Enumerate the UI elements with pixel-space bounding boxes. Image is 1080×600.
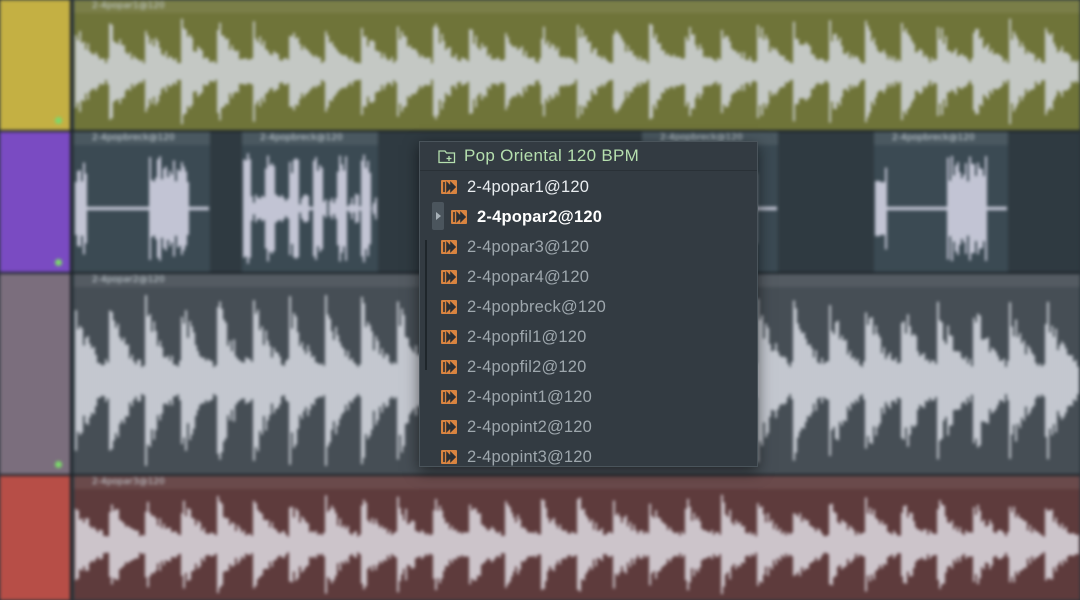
browser-item-label: 2-4popint3@120 — [467, 447, 593, 466]
browser-item[interactable]: 2-4popbreck@120 — [420, 292, 757, 322]
track-2-led[interactable] — [55, 259, 62, 266]
browser-item[interactable]: 2-4popar3@120 — [420, 232, 757, 262]
audio-clip-icon — [441, 240, 457, 254]
waveform — [75, 494, 1079, 595]
browser-item-label: 2-4popint2@120 — [467, 417, 593, 436]
browser-item-label: 2-4popar3@120 — [467, 237, 590, 256]
audio-clip-icon — [441, 420, 457, 434]
waveform — [75, 156, 209, 261]
folder-header[interactable]: Pop Oriental 120 BPM — [420, 142, 757, 171]
audio-clip-icon — [441, 270, 457, 284]
audio-clip[interactable]: 2-4popbreck@120 — [242, 132, 378, 272]
browser-item-label: 2-4popar2@120 — [477, 207, 603, 226]
waveform — [243, 153, 377, 264]
browser-item[interactable]: 2-4popint2@120 — [420, 412, 757, 442]
audio-clip-icon — [441, 180, 457, 194]
browser-item[interactable]: 2-4popfil1@120 — [420, 322, 757, 352]
browser-item[interactable]: 2-4popfil2@120 — [420, 352, 757, 382]
audio-clip-icon — [441, 390, 457, 404]
browser-item-label: 2-4popbreck@120 — [467, 297, 607, 316]
browser-item[interactable]: 2-4popar4@120 — [420, 262, 757, 292]
track-header-4[interactable] — [0, 476, 70, 600]
clip-label: 2-4popbreck@120 — [242, 132, 378, 145]
audio-clip-icon — [441, 360, 457, 374]
track-header-3[interactable] — [0, 274, 70, 474]
track-1-led[interactable] — [55, 117, 62, 124]
waveform — [875, 156, 1007, 261]
clip-label: 2-4popar3@120 — [74, 476, 1080, 489]
folder-title: Pop Oriental 120 BPM — [464, 146, 640, 165]
clip-label: 2-4popar1@120 — [74, 0, 1080, 13]
audio-clip-icon — [441, 330, 457, 344]
audio-clip-icon — [441, 300, 457, 314]
browser-item[interactable]: 2-4popint1@120 — [420, 382, 757, 412]
waveform — [75, 18, 1079, 125]
track-header-2[interactable] — [0, 132, 70, 272]
audio-clip[interactable]: 2-4popar1@120 — [74, 0, 1080, 130]
browser-item-label: 2-4popar1@120 — [467, 177, 590, 196]
track-lane-1[interactable]: 2-4popar1@120 — [72, 0, 1080, 130]
audio-clip-icon — [441, 450, 457, 464]
browser-item-label: 2-4popfil1@120 — [467, 327, 587, 346]
browser-item[interactable]: 2-4popar2@120 — [420, 202, 757, 232]
track-lane-4[interactable]: 2-4popar3@120 — [72, 476, 1080, 600]
browser-item[interactable]: 2-4popint3@120 — [420, 442, 757, 466]
audio-clip[interactable]: 2-4popbreck@120 — [874, 132, 1008, 272]
audio-clip-icon — [451, 210, 467, 224]
browser-item[interactable]: 2-4popar1@120 — [420, 172, 757, 202]
clip-label: 2-4popbreck@120 — [74, 132, 210, 145]
browser-item-label: 2-4popint1@120 — [467, 387, 593, 406]
track-header-1[interactable] — [0, 0, 70, 130]
clip-label: 2-4popbreck@120 — [874, 132, 1008, 145]
audio-clip[interactable]: 2-4popbreck@120 — [74, 132, 210, 272]
folder-plus-icon — [438, 150, 456, 164]
browser-item-label: 2-4popar4@120 — [467, 267, 590, 286]
browser-popup[interactable]: Pop Oriental 120 BPM 2-4popar1@120 2-4pop… — [419, 141, 758, 467]
audio-clip[interactable]: 2-4popar3@120 — [74, 476, 1080, 600]
browser-item-label: 2-4popfil2@120 — [467, 357, 587, 376]
track-3-led[interactable] — [55, 461, 62, 468]
